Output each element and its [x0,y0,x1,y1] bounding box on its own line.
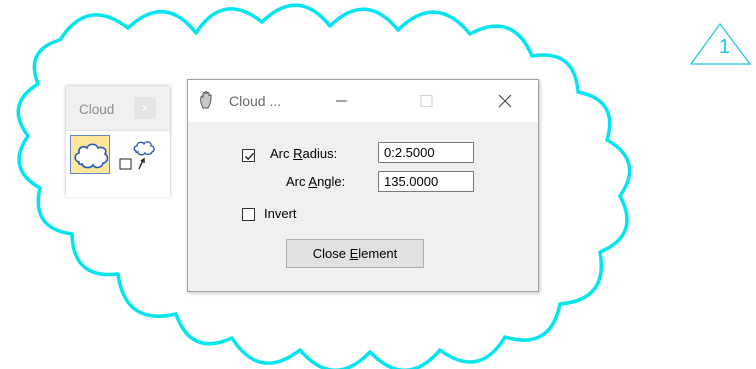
toolbox-close-button[interactable]: x [134,97,156,119]
accelerator-key: E [349,246,359,261]
cloud-edge-tool-button[interactable] [116,137,160,177]
button-text: lement [358,246,398,261]
label-text: ngle: [317,174,346,189]
accelerator-key: A [308,174,318,189]
toolbox-title: Cloud [79,102,115,117]
dialog-titlebar[interactable]: Cloud ... [188,80,538,122]
close-icon [498,94,512,108]
arc-angle-input[interactable] [378,171,474,192]
close-button[interactable] [490,88,520,114]
arc-angle-label: Arc Angle: [286,174,345,189]
revision-marker[interactable]: 1 [690,22,752,66]
label-text: Arc [286,174,309,189]
minimize-icon [336,100,347,102]
arc-radius-label: Arc Radius: [270,146,337,161]
cloud-edge-icon [119,141,155,170]
app-hand-icon [200,91,212,109]
accelerator-key: R [293,146,303,161]
button-text: Close [312,246,350,261]
maximize-button[interactable] [411,88,441,114]
cloud-settings-dialog: Cloud ... Arc Radius: 0:2.5000 Arc Angle… [187,79,539,292]
drawing-canvas[interactable]: Cloud x Cloud ... Arc Radius: 0:2.5000 A… [0,0,756,369]
toolbox-tools [66,130,170,197]
minimize-button[interactable] [326,88,356,114]
invert-label: Invert [264,206,297,221]
checkmark-icon [245,152,255,161]
cloud-icon [74,143,109,169]
label-text: adius: [302,146,338,161]
maximize-icon [420,95,433,107]
arc-radius-checkbox[interactable] [242,149,255,162]
place-cloud-tool-button[interactable] [70,135,110,174]
label-text: Arc [270,146,294,161]
cloud-toolbox: Cloud x [66,86,170,197]
revision-number: 1 [719,36,731,58]
invert-checkbox[interactable] [242,208,255,221]
dialog-title: Cloud ... [229,93,282,109]
arc-radius-input[interactable] [378,142,474,163]
close-element-button[interactable]: Close Element [286,239,424,268]
